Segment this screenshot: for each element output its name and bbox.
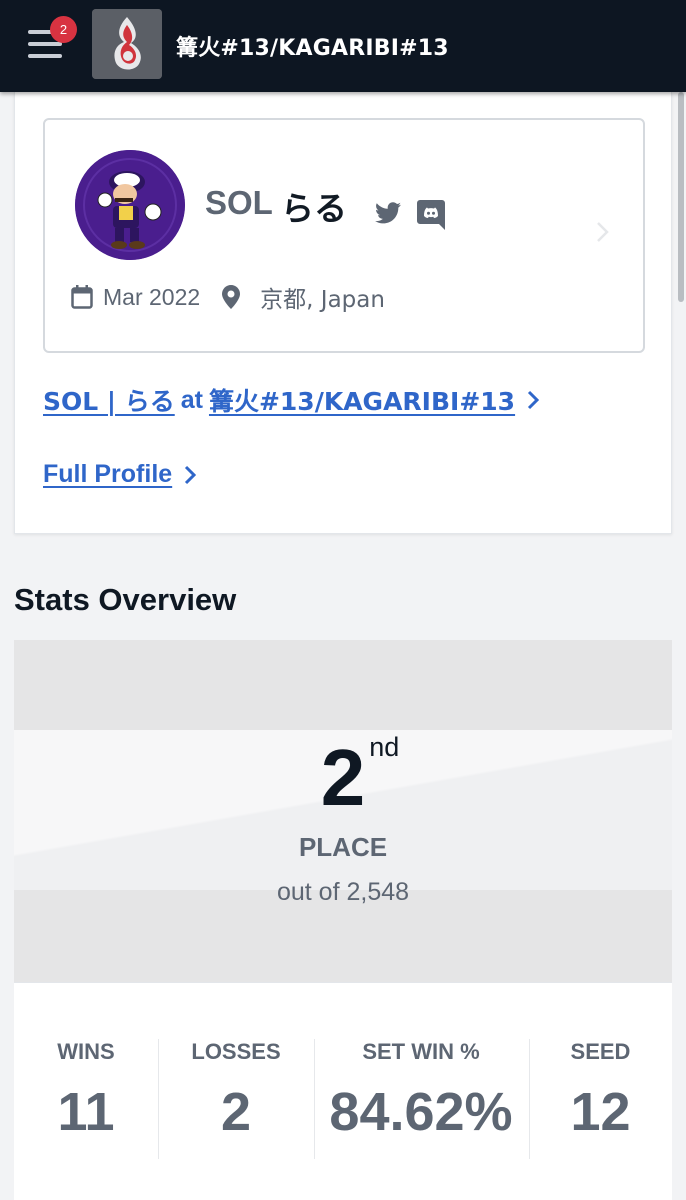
player-prefix: SOL [205,184,273,221]
entrant-name-link[interactable]: SOL | らる [43,382,175,418]
chevron-right-icon[interactable] [184,465,197,485]
stat-value: 84.62% [329,1082,513,1142]
profile-section: SOL らる Mar 2022 京都, Japan SOL | らる at 篝火… [14,92,672,534]
location-pin-icon [222,285,241,309]
top-header: 2 篝火#13/KAGARIBI#13 [0,0,686,92]
placement-number: 2 nd [14,732,672,824]
stat-label: SEED [570,1039,631,1064]
flame-logo-icon [92,9,162,79]
entrant-event-link[interactable]: 篝火#13/KAGARIBI#13 [209,382,515,418]
stat-label: LOSSES [191,1039,281,1064]
placement-value: 2 [320,733,366,822]
player-meta: Mar 2022 京都, Japan [71,280,385,314]
placement-label: PLACE [298,832,388,862]
stat-label: WINS [57,1039,115,1064]
location-text: 京都, Japan [260,287,385,313]
full-profile-row[interactable]: Full Profile [43,460,197,489]
menu-bar [28,42,62,46]
stat-value: 11 [57,1082,115,1142]
stat-value: 2 [220,1082,252,1142]
menu-bar [28,54,62,58]
placement-panel: 2 nd PLACE out of 2,548 [14,640,672,982]
joined-date: Mar 2022 [103,283,201,310]
stat-wins: WINS 11 [14,1039,158,1159]
stat-seed: SEED 12 [529,1039,672,1159]
notification-badge[interactable]: 2 [50,16,77,43]
stat-label: SET WIN % [362,1039,480,1064]
avatar [75,150,185,260]
entrant-link-row[interactable]: SOL | らる at 篝火#13/KAGARIBI#13 [43,382,540,418]
stat-value: 12 [570,1082,631,1142]
at-label: at [180,385,203,414]
discord-icon[interactable] [417,200,445,230]
calendar-icon [71,285,93,309]
stats-heading: Stats Overview [14,582,237,617]
stat-set-win-percent: SET WIN % 84.62% [314,1039,528,1159]
full-profile-link[interactable]: Full Profile [43,460,172,489]
event-logo[interactable] [92,9,162,79]
player-card[interactable]: SOL らる Mar 2022 京都, Japan [43,118,645,353]
chevron-right-icon[interactable] [595,220,611,244]
player-name: らる [281,189,347,228]
twitter-icon[interactable] [375,202,401,224]
event-title[interactable]: 篝火#13/KAGARIBI#13 [176,30,449,62]
stats-row: WINS 11 LOSSES 2 SET WIN % 84.62% SEED 1… [14,982,672,1200]
placement-out-of: out of 2,548 [276,878,410,906]
location: 京都, Japan [222,280,385,314]
avatar-image [75,150,185,260]
scrollbar[interactable] [678,92,684,302]
chevron-right-icon[interactable] [527,390,540,410]
stat-losses: LOSSES 2 [158,1039,314,1159]
placement-suffix: nd [369,732,400,762]
